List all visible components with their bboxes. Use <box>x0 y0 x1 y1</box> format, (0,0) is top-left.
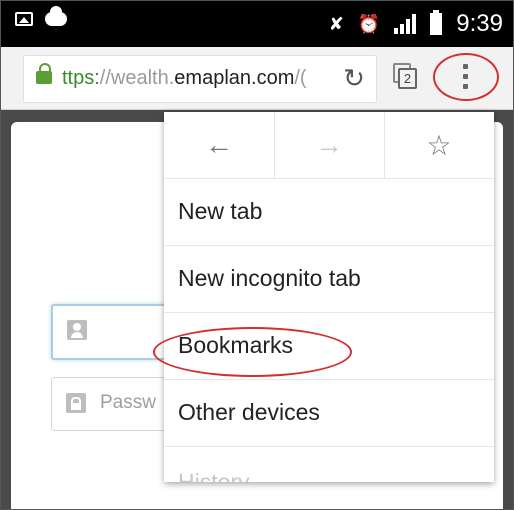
cloud-upload-icon <box>45 6 67 26</box>
status-time: 9:39 <box>456 10 503 37</box>
back-arrow-icon[interactable]: ← <box>164 112 274 178</box>
url-text[interactable]: ttps://wealth.emaplan.com/( <box>62 67 307 90</box>
star-icon[interactable]: ☆ <box>384 112 494 178</box>
image-icon <box>15 12 33 26</box>
menu-item-label: New incognito tab <box>178 265 361 291</box>
alarm-icon: ⏰ <box>357 14 381 34</box>
chrome-overflow-menu: ← → ☆ New tab New incognito tab Bookmark… <box>164 112 494 482</box>
status-bar: ✘ ⏰ 9:39 <box>1 1 513 47</box>
tab-count: 2 <box>398 68 417 89</box>
browser-toolbar: ttps://wealth.emaplan.com/( ↻ 2 <box>1 47 513 110</box>
address-bar[interactable]: ttps://wealth.emaplan.com/( ↻ <box>23 55 377 103</box>
phone-screen: ✘ ⏰ 9:39 ttps://wealth.emaplan.com/( ↻ 2 <box>0 0 514 510</box>
reload-icon[interactable]: ↻ <box>342 65 366 91</box>
menu-item-label: Bookmarks <box>178 332 294 358</box>
menu-item-other-devices[interactable]: Other devices <box>164 380 494 447</box>
signal-icon <box>394 14 417 34</box>
menu-highlight-circle <box>433 53 499 101</box>
menu-item-new-incognito-tab[interactable]: New incognito tab <box>164 246 494 313</box>
tabs-icon[interactable]: 2 <box>393 63 417 89</box>
overflow-menu-icon[interactable] <box>433 53 499 101</box>
password-placeholder: Passw <box>100 392 156 413</box>
lock-icon <box>36 63 52 84</box>
url-slashes: // <box>99 67 111 89</box>
url-path: /( <box>294 67 307 89</box>
user-icon <box>67 320 87 340</box>
menu-item-label: Other devices <box>178 399 320 425</box>
menu-item-label: History <box>178 469 250 482</box>
url-host: emaplan.com <box>174 67 295 89</box>
menu-item-bookmarks[interactable]: Bookmarks <box>164 313 494 380</box>
url-scheme: ttps: <box>62 67 100 89</box>
url-subdomain: wealth. <box>110 67 175 89</box>
battery-icon <box>430 10 443 35</box>
menu-item-history[interactable]: History <box>164 447 494 482</box>
menu-nav-row: ← → ☆ <box>164 112 494 179</box>
menu-item-new-tab[interactable]: New tab <box>164 179 494 246</box>
forward-arrow-icon[interactable]: → <box>274 112 384 178</box>
password-lock-icon <box>66 393 86 413</box>
mute-icon: ✘ <box>328 14 344 34</box>
menu-item-label: New tab <box>178 198 263 224</box>
